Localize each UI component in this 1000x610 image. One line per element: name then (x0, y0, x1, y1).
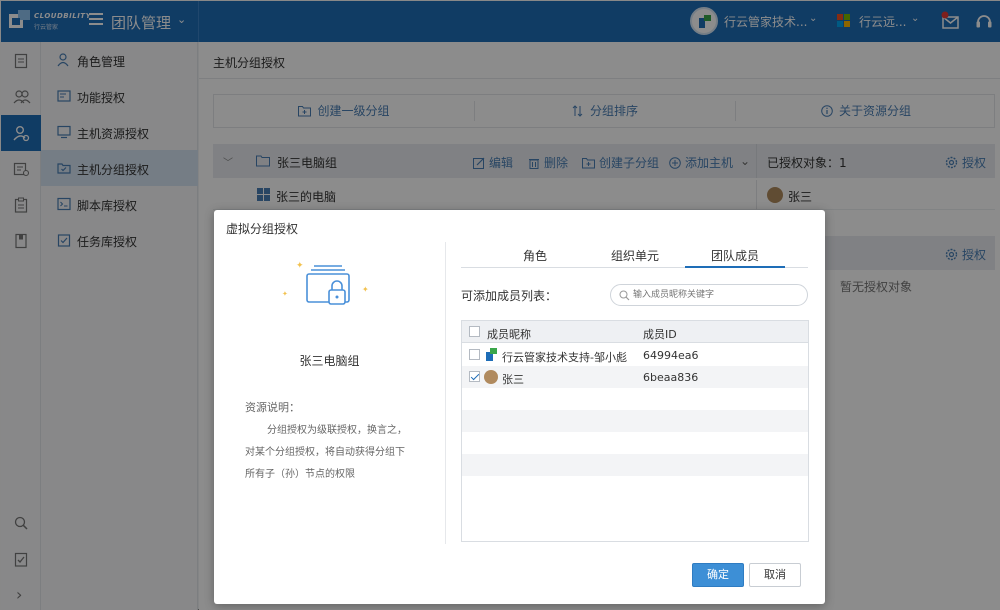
table-empty-row (462, 454, 808, 476)
tab-role[interactable]: 角色 (485, 247, 585, 264)
dialog-resource-panel: ✦ ✦ ✦ 张三电脑组 资源说明： 分组授权为级联授权，换言之，对某个分组授权，… (214, 242, 445, 544)
available-members-label: 可添加成员列表： (461, 289, 558, 303)
search-icon (619, 290, 630, 301)
confirm-button[interactable]: 确定 (692, 563, 744, 587)
dialog-group-name: 张三电脑组 (299, 354, 360, 368)
select-all-checkbox[interactable] (469, 326, 480, 337)
svg-text:✦: ✦ (282, 290, 288, 298)
tab-team-member[interactable]: 团队成员 (685, 247, 785, 264)
member-id: 64994ea6 (643, 349, 699, 362)
svg-text:✦: ✦ (362, 285, 369, 294)
resource-desc-text: 分组授权为级联授权，换言之，对某个分组授权，将自动获得分组下所有子（孙）节点的权… (245, 425, 407, 480)
divider (445, 242, 446, 544)
group-auth-dialog: 虚拟分组授权 ✦ ✦ ✦ 张三电脑组 资源说明： 分组授权为级联授权，换言之，对… (214, 210, 825, 604)
member-search-input[interactable] (633, 287, 803, 303)
locked-folder-illustration-icon: ✦ ✦ ✦ (282, 261, 369, 305)
user-photo-icon (484, 370, 498, 384)
row-checkbox[interactable] (469, 349, 480, 360)
svg-text:✦: ✦ (296, 261, 304, 271)
dialog-title: 虚拟分组授权 (226, 222, 299, 236)
member-name: 行云管家技术支持-邹小彪 (502, 351, 627, 364)
members-table: 成员昵称 成员ID 行云管家技术支持-邹小彪 64994ea6 张三 6beaa… (461, 320, 809, 542)
active-tab-indicator (685, 266, 785, 268)
col-member-id: 成员ID (643, 328, 677, 341)
member-id: 6beaa836 (643, 371, 699, 384)
cloudbility-logo-icon (486, 348, 497, 361)
cancel-button[interactable]: 取消 (749, 563, 801, 587)
table-empty-row (462, 388, 808, 410)
col-member-name: 成员昵称 (487, 328, 531, 341)
member-search-box[interactable] (610, 284, 808, 306)
member-name: 张三 (502, 373, 524, 386)
table-empty-row (462, 410, 808, 432)
table-row[interactable]: 张三 6beaa836 (462, 366, 808, 388)
dialog-tabs: 角色 组织单元 团队成员 (461, 242, 808, 268)
table-row[interactable]: 行云管家技术支持-邹小彪 64994ea6 (462, 344, 808, 366)
table-empty-row (462, 432, 808, 454)
table-header: 成员昵称 成员ID (462, 321, 808, 343)
tab-org-unit[interactable]: 组织单元 (585, 247, 685, 264)
row-checkbox[interactable] (469, 371, 480, 382)
resource-desc-label: 资源说明： (245, 401, 300, 414)
